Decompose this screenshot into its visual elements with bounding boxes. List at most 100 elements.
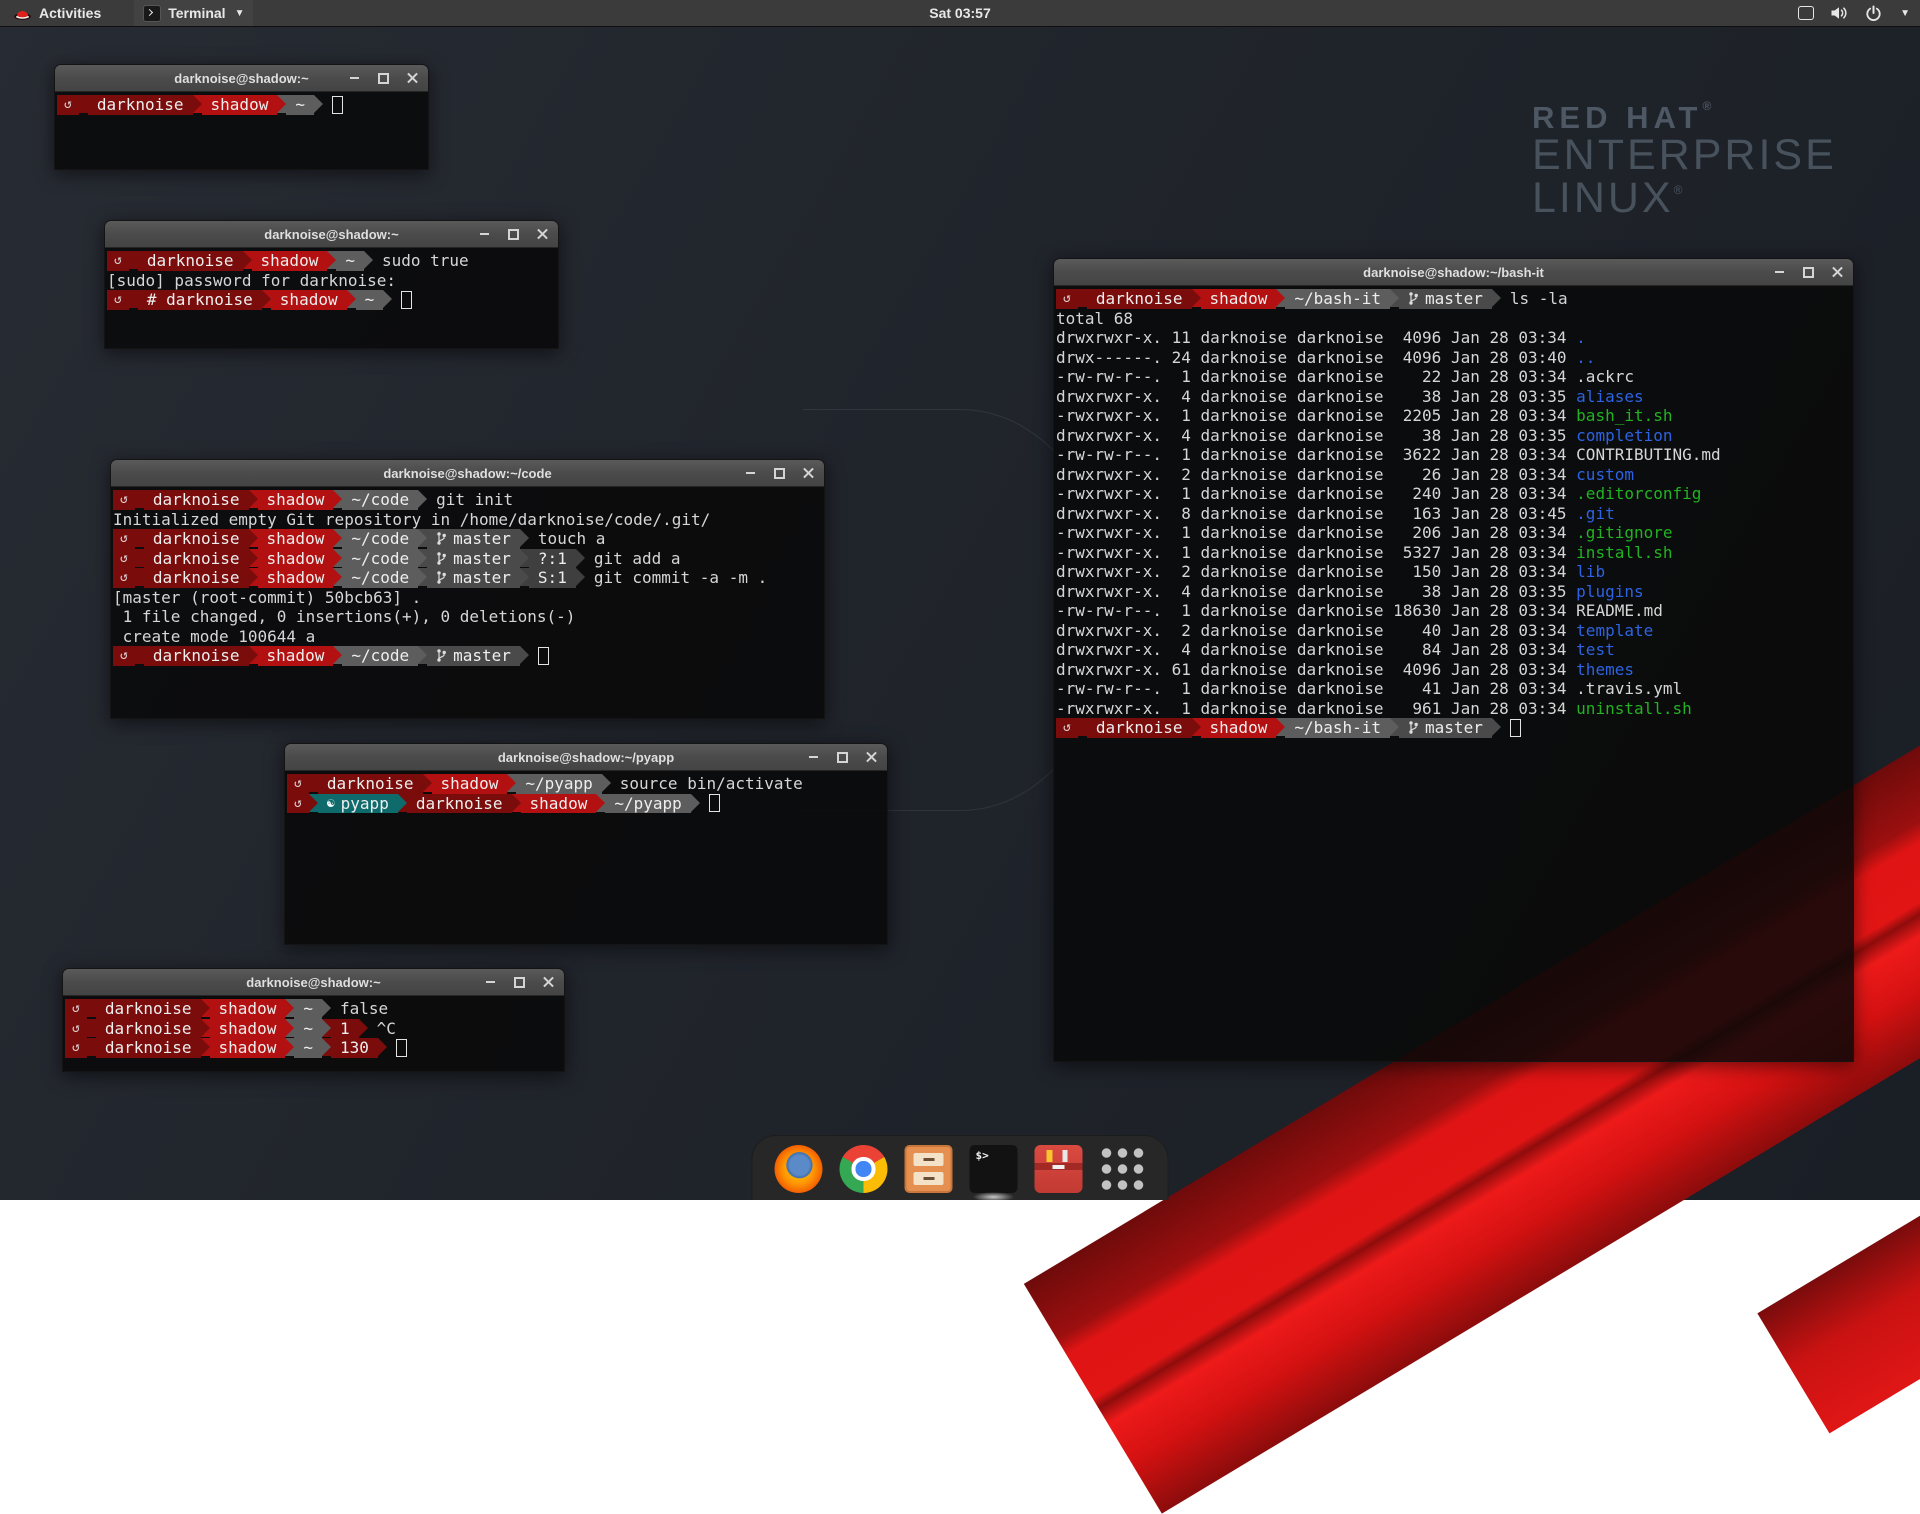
files-icon[interactable] [905,1145,953,1193]
prompt-segment: darknoise [144,490,249,510]
file-name: .travis.yml [1576,679,1682,699]
window-titlebar[interactable]: darknoise@shadow:~ [105,221,558,248]
minimize-button[interactable] [347,71,361,85]
powerline-separator-icon [87,999,96,1017]
powerline-separator-icon [135,549,144,567]
segment-label: 1 [340,1019,350,1038]
file-meta: drwxrwxr-x. 4 darknoise darknoise 38 Jan… [1056,582,1576,602]
system-menu-chevron-icon: ▼ [1900,8,1910,19]
file-name: bash_it.sh [1576,406,1672,426]
powerline-separator-icon [322,1019,331,1037]
maximize-button[interactable] [835,750,849,764]
close-button[interactable] [541,975,555,989]
window-titlebar[interactable]: darknoise@shadow:~/bash-it [1054,259,1853,286]
window-titlebar[interactable]: darknoise@shadow:~/pyapp [285,744,887,771]
segment-label: shadow [267,549,325,568]
prompt-segment: master [427,568,520,588]
output-line: -rwxrwxr-x. 1 darknoise darknoise 5327 J… [1056,543,1851,563]
segment-label: darknoise [153,646,240,665]
terminal-window[interactable]: darknoise@shadow:~↺darknoiseshadow~ [54,64,429,170]
prompt-segment: ~/code [342,490,418,510]
file-meta: -rwxrwxr-x. 1 darknoise darknoise 206 Ja… [1056,523,1576,543]
clock[interactable]: Sat 03:57 [929,5,990,21]
close-button[interactable] [801,466,815,480]
terminal-icon[interactable] [970,1145,1018,1193]
powerline-separator-icon [1276,718,1285,736]
terminal-cursor [396,1039,407,1057]
appgrid-icon[interactable] [1100,1146,1146,1192]
firefox-icon[interactable] [775,1145,823,1193]
toolbox-icon[interactable] [1035,1145,1083,1193]
file-meta: -rw-rw-r--. 1 darknoise darknoise 22 Jan… [1056,367,1576,387]
output-line: Initialized empty Git repository in /hom… [113,510,822,530]
prompt-segment: ↺ [287,774,309,794]
maximize-button[interactable] [1801,265,1815,279]
output-line: [master (root-commit) 50bcb63] . [113,588,822,608]
terminal-window[interactable]: darknoise@shadow:~ ↺darknoiseshadow~false… [62,968,565,1072]
minimize-button[interactable] [477,227,491,241]
maximize-button[interactable] [772,466,786,480]
os-icon: ↺ [120,551,128,566]
close-button[interactable] [535,227,549,241]
chrome-icon[interactable] [840,1145,888,1193]
output-line: drwxrwxr-x. 2 darknoise darknoise 40 Jan… [1056,621,1851,641]
powerline-separator-icon [333,568,342,586]
activities-button[interactable]: Activities [4,0,110,26]
segment-label: ~ [345,251,355,270]
terminal-content[interactable]: ↺darknoiseshadow~/codegit initInitialize… [111,487,824,718]
powerline-separator-icon [333,490,342,508]
prompt-segment: master [1399,718,1492,738]
terminal-window[interactable]: darknoise@shadow:~/pyapp↺darknoiseshadow… [284,743,888,945]
segment-label: darknoise [105,1038,192,1057]
terminal-window[interactable]: darknoise@shadow:~/bash-it ↺darknoiseshad… [1053,258,1854,1062]
minimize-button[interactable] [483,975,497,989]
os-icon: ↺ [120,531,128,546]
terminal-window[interactable]: darknoise@shadow:~/code ↺ darknoise shadow ~… [110,459,825,719]
close-button[interactable] [1830,265,1844,279]
segment-label: shadow [441,774,499,793]
terminal-content[interactable]: ↺darknoiseshadow~/bash-itmasterls -latot… [1054,286,1853,1061]
output-line: drwxrwxr-x. 11 darknoise darknoise 4096 … [1056,328,1851,348]
window-titlebar[interactable]: darknoise@shadow:~/code [111,460,824,487]
minimize-button[interactable] [806,750,820,764]
window-title: darknoise@shadow:~/code [383,466,551,481]
prompt-line: ↺darknoiseshadow~/pyappsource bin/activa… [287,774,885,794]
terminal-content[interactable]: ↺darknoiseshadow~ [55,92,428,169]
powerline-separator-icon [378,1038,387,1056]
terminal-content[interactable]: ↺darknoiseshadow~false↺darknoiseshadow~1… [63,996,564,1071]
os-icon: ↺ [294,796,302,811]
powerline-separator-icon [520,646,529,664]
maximize-button[interactable] [506,227,520,241]
window-titlebar[interactable]: darknoise@shadow:~ [63,969,564,996]
terminal-content[interactable]: ↺darknoiseshadow~/pyappsource bin/activa… [285,771,887,944]
segment-label: darknoise [1096,289,1183,308]
terminal-content[interactable]: ↺darknoiseshadow~sudo true[sudo] passwor… [105,248,558,348]
prompt-segment: darknoise [407,794,512,814]
prompt-segment: darknoise [88,95,193,115]
app-menu-terminal[interactable]: Terminal ▼ [134,0,253,26]
minimize-button[interactable] [743,466,757,480]
prompt-segment: ~/code [342,646,418,666]
maximize-button[interactable] [512,975,526,989]
prompt-segment: ~/code [342,568,418,588]
file-name: install.sh [1576,543,1672,563]
prompt-segment: 130 [331,1038,378,1058]
window-title: darknoise@shadow:~ [246,975,380,990]
system-status-area[interactable]: ▼ [1798,0,1910,26]
powerline-separator-icon [1390,718,1399,736]
output-line: -rwxrwxr-x. 1 darknoise darknoise 2205 J… [1056,406,1851,426]
file-name: CONTRIBUTING.md [1576,445,1721,465]
window-titlebar[interactable]: darknoise@shadow:~ [55,65,428,92]
prompt-segment: master [427,529,520,549]
segment-label: darknoise [416,794,503,813]
close-button[interactable] [405,71,419,85]
close-button[interactable] [864,750,878,764]
output-line: drwxrwxr-x. 4 darknoise darknoise 38 Jan… [1056,387,1851,407]
file-meta: -rwxrwxr-x. 1 darknoise darknoise 5327 J… [1056,543,1576,563]
file-name: plugins [1576,582,1643,602]
command-text: git commit -a -m . [585,568,767,588]
terminal-window[interactable]: darknoise@shadow:~↺darknoiseshadow~sudo … [104,220,559,349]
minimize-button[interactable] [1772,265,1786,279]
window-title: darknoise@shadow:~/bash-it [1363,265,1544,280]
maximize-button[interactable] [376,71,390,85]
